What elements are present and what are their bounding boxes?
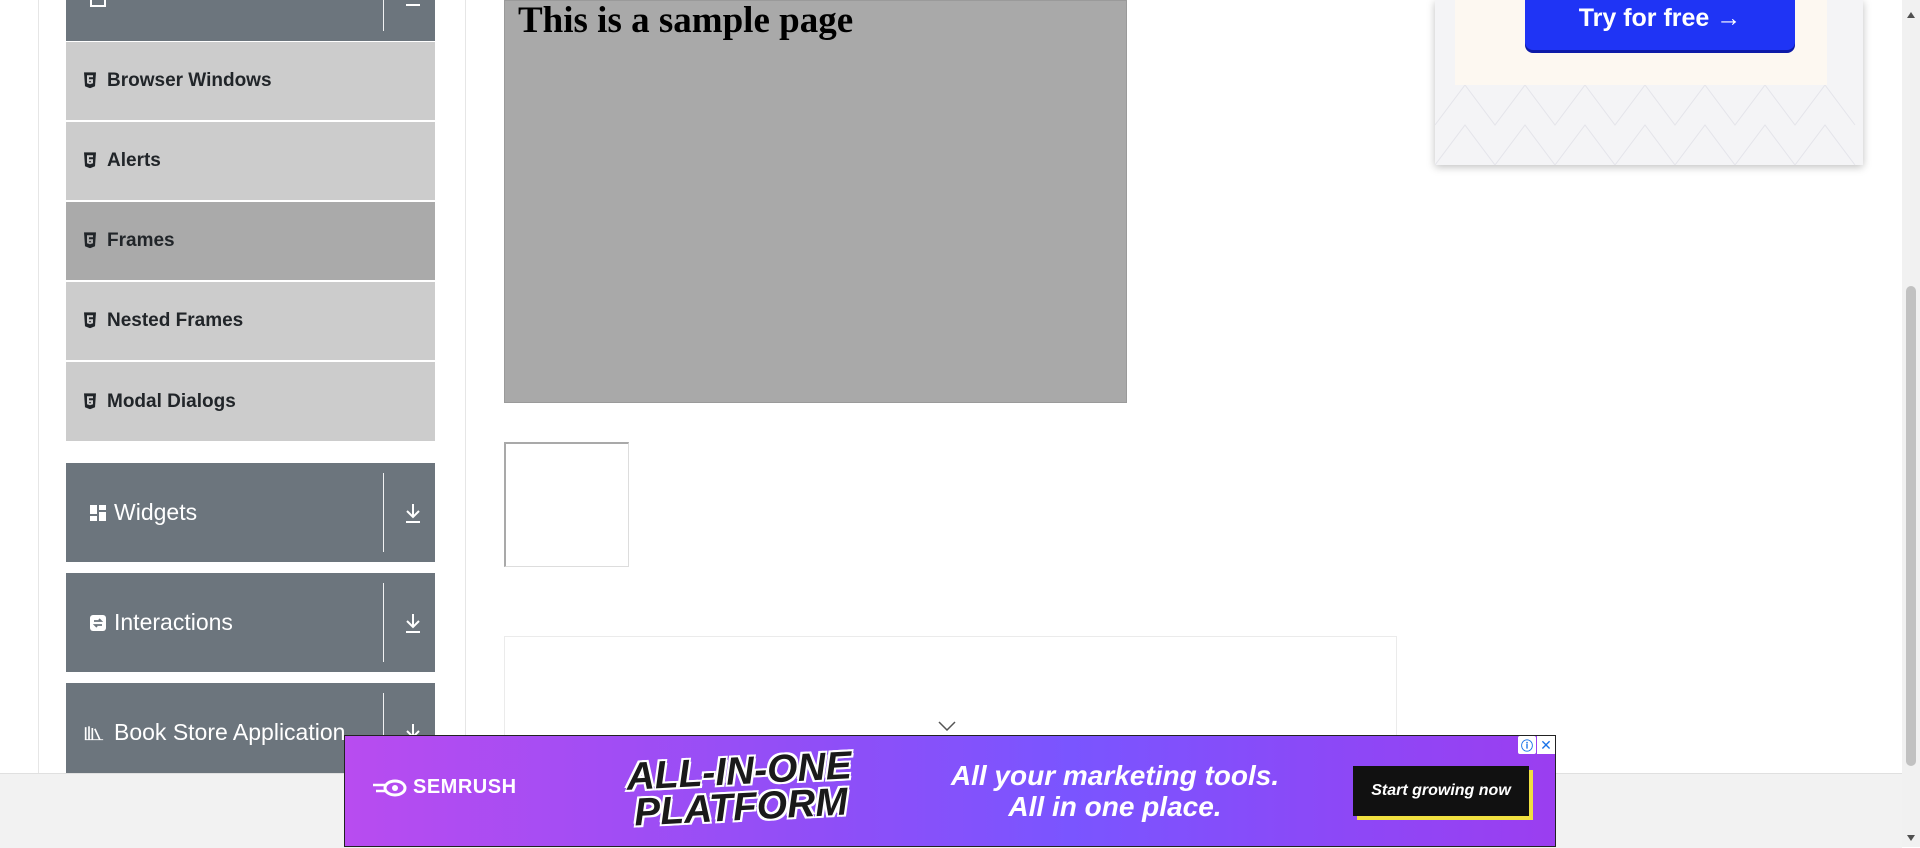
ad-pattern [1435, 85, 1856, 165]
html5-icon [83, 72, 97, 89]
sidebar-item-modal-dialogs[interactable]: Modal Dialogs [66, 362, 435, 442]
iframe-sample-page[interactable]: This is a sample page [504, 0, 1127, 403]
brand-name: SEMRUSH [413, 776, 517, 798]
chevron-down-icon[interactable] [938, 718, 956, 732]
adchoices-icon[interactable]: ⓘ [1518, 736, 1536, 754]
sidebar-divider [465, 0, 466, 773]
banner-headline: ALL-IN-ONE PLATFORM [598, 744, 881, 835]
sidebar-item-label: Alerts [107, 150, 161, 171]
html5-icon [83, 392, 97, 409]
scroll-down-arrow-icon[interactable] [1906, 829, 1916, 847]
sidebar-item-browser-windows[interactable]: Browser Windows [66, 42, 435, 121]
vertical-scrollbar[interactable] [1902, 0, 1920, 847]
sidebar-item-alerts[interactable]: Alerts [66, 122, 435, 201]
group-label: Interactions [114, 609, 233, 635]
html5-icon [83, 312, 97, 329]
close-icon[interactable]: ✕ [1537, 736, 1555, 754]
left-divider [38, 0, 39, 773]
sidebar-item-frames[interactable]: Frames [66, 202, 435, 281]
widgets-icon [88, 503, 108, 523]
download-arrow-icon[interactable] [396, 463, 430, 562]
group-label: Book Store Application [114, 719, 346, 745]
group-label: Widgets [114, 499, 198, 525]
sidebar-group-alerts-frames-windows[interactable] [66, 0, 435, 41]
tagline-line-2: All in one place. [1008, 791, 1222, 822]
tagline-line-1: All your marketing tools. [950, 760, 1280, 791]
sidebar-group-interactions[interactable]: Interactions [66, 573, 435, 672]
headline-line-2: PLATFORM [633, 780, 849, 835]
download-arrow-icon[interactable] [396, 0, 430, 10]
semrush-logo: SEMRUSH [373, 776, 517, 799]
start-growing-button[interactable]: Start growing now [1353, 766, 1529, 816]
banner-tagline: All your marketing tools. All in one pla… [885, 760, 1345, 822]
download-arrow-icon[interactable] [396, 573, 430, 672]
group-separator [383, 0, 384, 31]
html5-icon [83, 152, 97, 169]
sidebar-item-label: Nested Frames [107, 310, 244, 331]
form-icon [88, 0, 108, 8]
group-separator [383, 473, 384, 552]
interactions-icon [88, 613, 108, 633]
sidebar-item-label: Frames [107, 230, 175, 251]
bottom-banner-ad[interactable]: SEMRUSH ALL-IN-ONE PLATFORM All your mar… [344, 735, 1556, 847]
book-icon [84, 723, 104, 743]
scrollbar-thumb[interactable] [1906, 286, 1916, 766]
semrush-fire-icon [373, 779, 407, 796]
sidebar-item-label: Modal Dialogs [107, 390, 236, 412]
frame-heading: This is a sample page [518, 0, 854, 41]
right-sidebar-ad[interactable]: Try for free → [1435, 0, 1863, 165]
sidebar-item-nested-frames[interactable]: Nested Frames [66, 282, 435, 361]
sidebar-item-label: Browser Windows [107, 70, 272, 91]
ad-content-panel: Try for free → [1455, 0, 1827, 85]
group-separator [383, 583, 384, 662]
iframe-small[interactable] [504, 442, 629, 567]
sidebar-group-widgets[interactable]: Widgets [66, 463, 435, 562]
try-for-free-button[interactable]: Try for free → [1525, 0, 1795, 50]
html5-icon [83, 232, 97, 249]
scroll-up-arrow-icon[interactable] [1906, 6, 1916, 24]
